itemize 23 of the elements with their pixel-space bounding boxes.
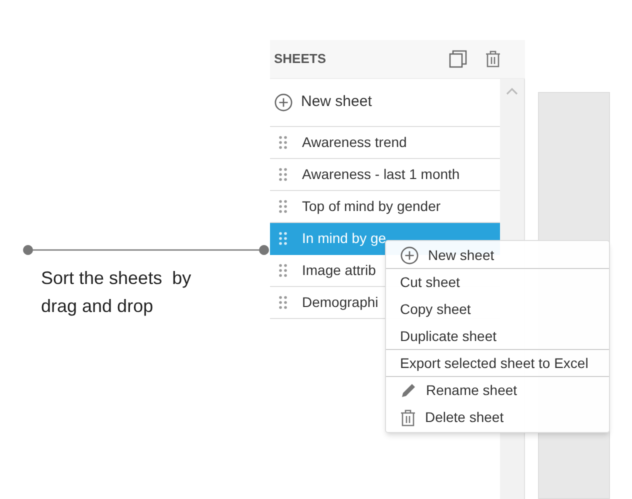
- menu-item[interactable]: New sheet: [386, 242, 609, 269]
- plus-circle-icon: [400, 246, 419, 264]
- drag-handle-icon: [279, 264, 287, 277]
- pencil-icon: [400, 382, 417, 399]
- drag-handle-icon: [279, 296, 287, 309]
- copy-button[interactable]: [449, 50, 467, 68]
- panel-title: SHEETS: [274, 50, 326, 68]
- menu-item[interactable]: Duplicate sheet: [386, 323, 609, 350]
- drag-handle-icon: [279, 136, 287, 149]
- menu-item[interactable]: Delete sheet: [386, 404, 609, 431]
- menu-item[interactable]: Export selected sheet to Excel: [386, 350, 609, 377]
- trash-icon: [485, 50, 501, 68]
- trash-icon: [400, 408, 416, 426]
- menu-item[interactable]: Rename sheet: [386, 377, 609, 404]
- delete-button[interactable]: [485, 50, 501, 68]
- drag-handle-icon: [279, 200, 287, 213]
- drag-handle-icon: [279, 168, 287, 181]
- plus-circle-icon: [274, 93, 293, 112]
- menu-item[interactable]: Copy sheet: [386, 296, 609, 323]
- menu-item[interactable]: Cut sheet: [386, 269, 609, 296]
- annotation-text: Sort the sheets by drag and drop: [41, 267, 192, 318]
- copy-icon: [449, 50, 467, 68]
- drag-handle-icon: [279, 232, 287, 245]
